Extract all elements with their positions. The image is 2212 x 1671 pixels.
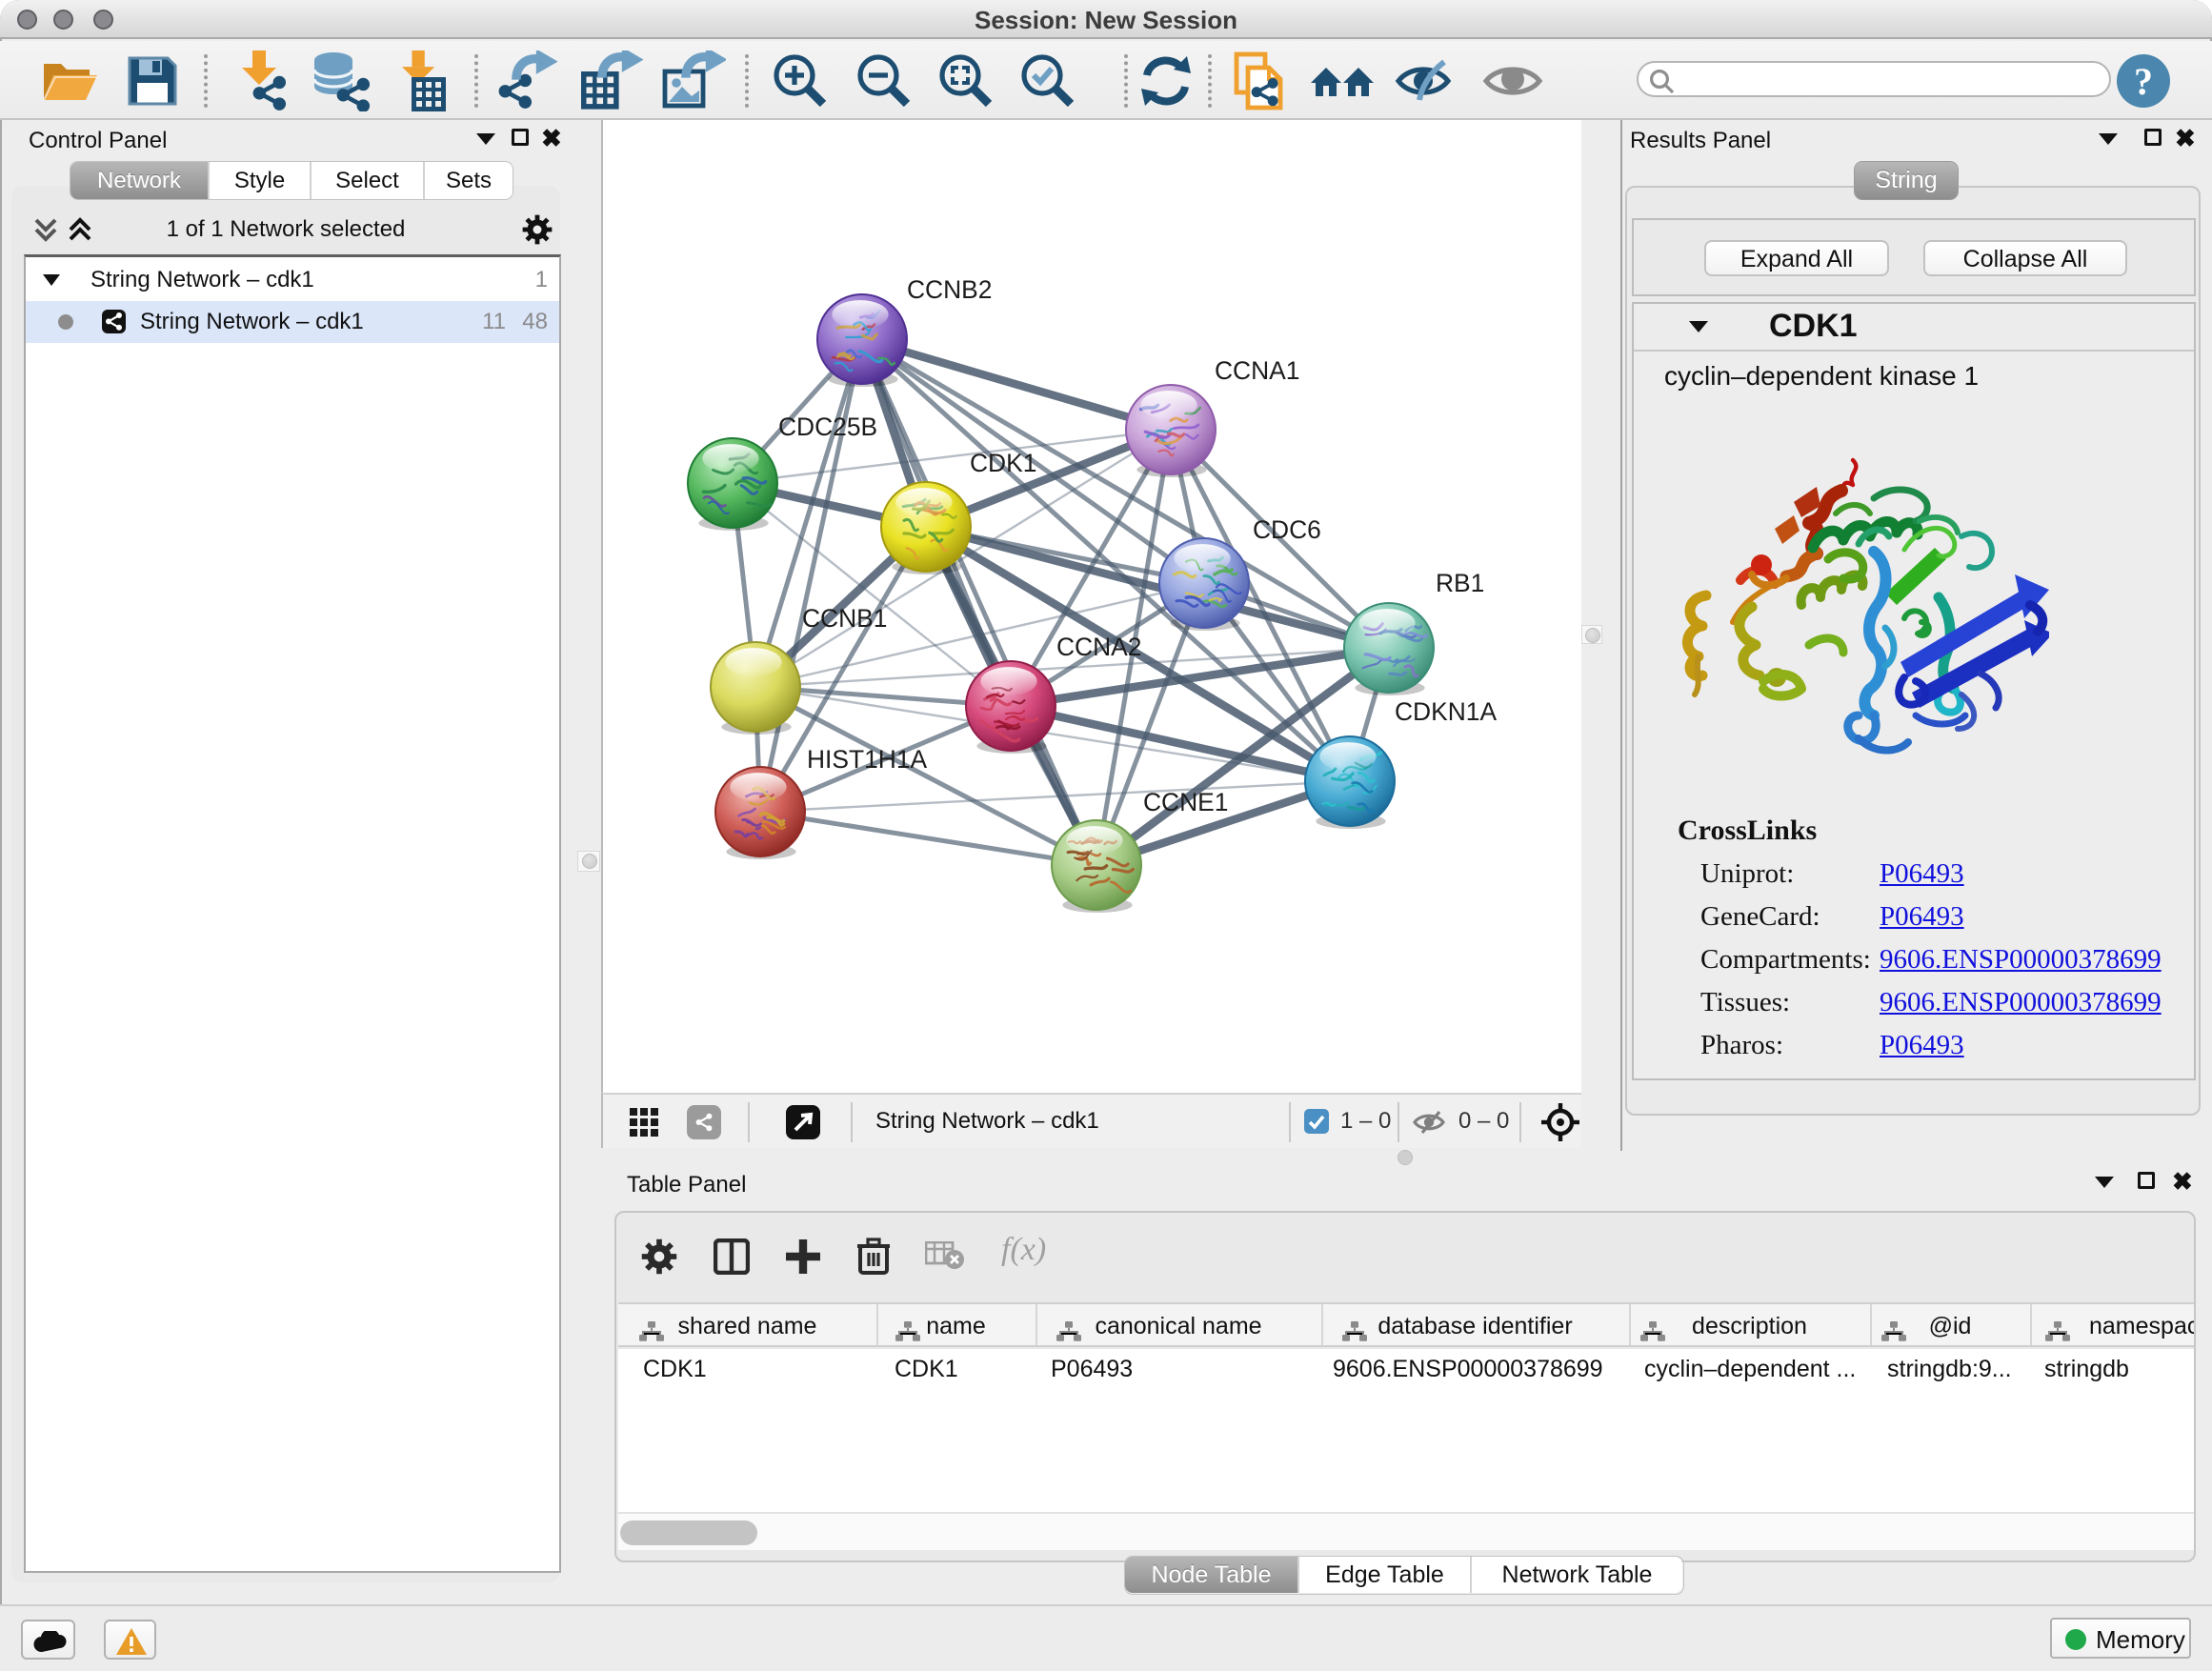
- svg-text:CCNE1: CCNE1: [1143, 788, 1228, 816]
- svg-text:?: ?: [2134, 60, 2153, 103]
- svg-text:CDK1: CDK1: [970, 449, 1036, 477]
- svg-text:CDC25B: CDC25B: [778, 413, 877, 441]
- svg-text:CCNA1: CCNA1: [1215, 356, 1299, 385]
- svg-text:CCNB1: CCNB1: [802, 604, 887, 633]
- svg-text:CCNB2: CCNB2: [907, 275, 992, 304]
- svg-text:RB1: RB1: [1436, 569, 1484, 597]
- svg-text:CCNA2: CCNA2: [1056, 633, 1141, 661]
- svg-text:CDC6: CDC6: [1253, 515, 1321, 544]
- svg-text:CDKN1A: CDKN1A: [1395, 697, 1497, 726]
- svg-text:HIST1H1A: HIST1H1A: [807, 745, 928, 774]
